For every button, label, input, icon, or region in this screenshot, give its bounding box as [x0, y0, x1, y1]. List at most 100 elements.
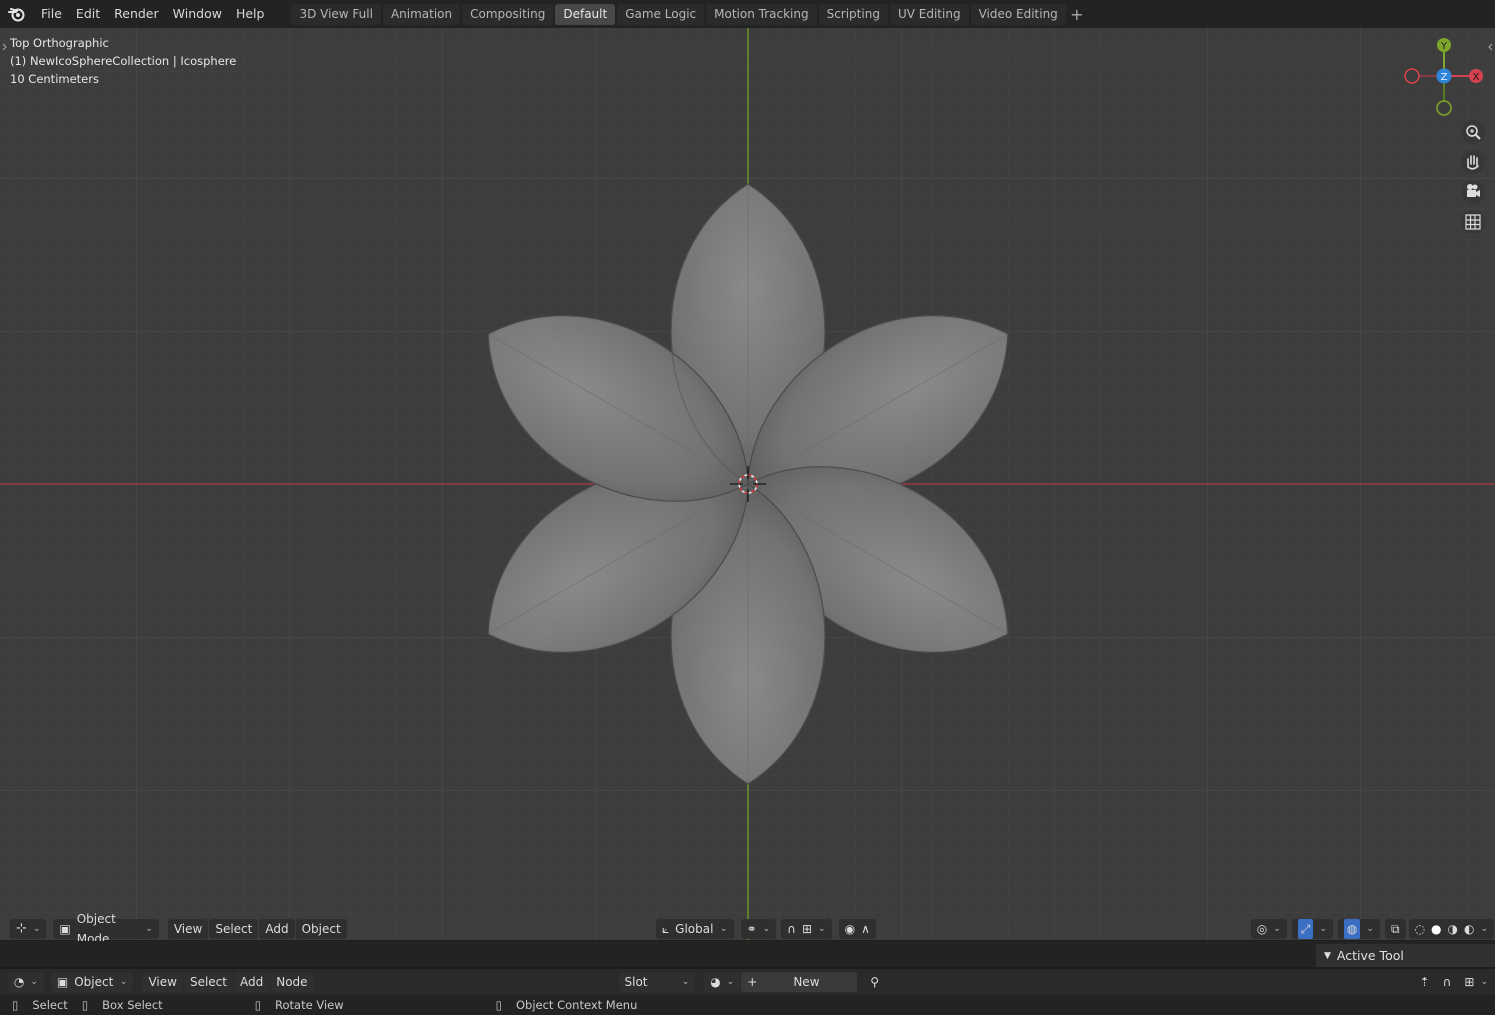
node-add-menu[interactable]: Add	[233, 972, 270, 992]
status-select: Select	[32, 998, 68, 1012]
collapse-triangle-icon[interactable]: ▼	[1324, 951, 1331, 961]
plus-icon: +	[747, 975, 758, 989]
material-shading-icon[interactable]: ◑	[1447, 919, 1457, 939]
snap-toggle[interactable]: ∩ ⊞ ⌄	[781, 919, 832, 939]
menu-window[interactable]: Window	[166, 3, 229, 25]
chevron-down-icon: ⌄	[681, 977, 690, 987]
orientation-icon: ⟀	[661, 922, 670, 936]
view-name: Top Orthographic	[10, 36, 109, 50]
xray-toggle[interactable]: ⧉	[1384, 919, 1406, 939]
gizmo-neg-x[interactable]	[1404, 68, 1420, 84]
middle-mouse-icon: ▯	[81, 998, 89, 1012]
new-material-button[interactable]: + New	[741, 972, 858, 992]
tab-uv-editing[interactable]: UV Editing	[889, 3, 969, 25]
tab-video-editing[interactable]: Video Editing	[970, 3, 1066, 25]
tab-game-logic[interactable]: Game Logic	[617, 3, 705, 25]
svg-text:X: X	[1473, 72, 1480, 83]
gizmo-neg-y[interactable]	[1436, 100, 1452, 116]
chevron-down-icon: ⌄	[145, 924, 153, 934]
right-mouse-icon: ▯	[254, 998, 262, 1012]
status-rotate-view: Rotate View	[275, 998, 344, 1012]
chevron-down-icon: ⌄	[1366, 924, 1374, 934]
object-icon: ▣	[56, 975, 69, 989]
chevron-down-icon: ⌄	[1480, 924, 1488, 934]
3d-viewport[interactable]: X Y Z Top Orthographic (1) NewIcoSphereC…	[0, 28, 1495, 940]
snap-grid-icon: ⊞	[1464, 975, 1475, 989]
tab-animation[interactable]: Animation	[382, 3, 461, 25]
node-menu[interactable]: Node	[270, 972, 314, 992]
overlays-icon: ◍	[1343, 919, 1361, 939]
zoom-icon[interactable]	[1461, 120, 1485, 144]
menu-help[interactable]: Help	[229, 3, 272, 25]
timeline-strip	[0, 941, 1495, 967]
shader-type-dropdown[interactable]: ▣ Object ⌄	[50, 972, 134, 992]
menu-file[interactable]: File	[34, 3, 69, 25]
chevron-down-icon: ⌄	[762, 924, 771, 934]
wireframe-shading-icon[interactable]: ◌	[1415, 919, 1425, 939]
object-info: (1) NewIcoSphereCollection | Icosphere	[10, 54, 237, 68]
add-menu[interactable]: Add	[259, 919, 295, 939]
proportional-icon: ◉	[844, 922, 856, 936]
chevron-down-icon: ⌄	[30, 977, 38, 987]
chevron-down-icon: ⌄	[32, 924, 41, 934]
tab-compositing[interactable]: Compositing	[462, 3, 554, 25]
chevron-down-icon: ⌄	[1480, 977, 1488, 987]
transform-orientation-dropdown[interactable]: ⟀ Global ⌄	[655, 919, 734, 939]
editor-type-button[interactable]: ⊹ ⌄	[9, 919, 47, 939]
parent-node-icon[interactable]: ⇡	[1414, 972, 1436, 992]
viewport-canvas: X Y Z	[0, 28, 1495, 940]
falloff-icon: ∧	[861, 922, 870, 936]
status-box-select: Box Select	[102, 998, 163, 1012]
pivot-point-dropdown[interactable]: ⚭ ⌄	[740, 919, 777, 939]
active-tool-panel[interactable]: ▼ Active Tool	[1316, 944, 1495, 967]
overlays-toggle[interactable]: ◍ ⌄	[1337, 919, 1380, 939]
grid-scale: 10 Centimeters	[10, 72, 99, 86]
menu-edit[interactable]: Edit	[69, 3, 107, 25]
visibility-dropdown[interactable]: ◎ ⌄	[1250, 919, 1287, 939]
eye-icon: ◎	[1256, 922, 1268, 936]
slot-dropdown[interactable]: Slot ⌄	[618, 972, 696, 992]
node-snap-element-dropdown[interactable]: ⊞ ⌄	[1458, 972, 1494, 992]
node-editor-type-button[interactable]: ◔ ⌄	[7, 972, 44, 992]
chevron-down-icon: ⌄	[1319, 924, 1327, 934]
pivot-icon: ⚭	[746, 922, 757, 936]
gizmo-icon: ⤢	[1297, 919, 1314, 939]
menu-render[interactable]: Render	[107, 3, 166, 25]
node-editor-header: ◔ ⌄ ▣ Object ⌄ View Select Add Node Slot …	[0, 969, 1495, 995]
rendered-shading-icon[interactable]: ◐	[1464, 919, 1474, 939]
gizmo-toggle[interactable]: ⤢ ⌄	[1291, 919, 1333, 939]
node-view-menu[interactable]: View	[142, 972, 183, 992]
status-bar: ▯ Select ▯ Box Select ▯ Rotate View ▯ Ob…	[0, 995, 1495, 1015]
camera-view-icon[interactable]	[1461, 180, 1485, 204]
add-workspace-icon[interactable]: +	[1068, 5, 1086, 24]
svg-text:Z: Z	[1441, 72, 1448, 83]
snap-node-icon[interactable]: ∩	[1437, 972, 1458, 992]
axis-editor-icon: ⊹	[15, 921, 27, 936]
object-menu[interactable]: Object	[295, 919, 347, 939]
orthographic-toggle-icon[interactable]	[1461, 210, 1485, 234]
svg-text:Y: Y	[1440, 41, 1448, 52]
blender-logo-icon[interactable]	[0, 0, 34, 28]
pin-icon[interactable]: ⚲	[864, 972, 885, 992]
viewport-header: ⊹ ⌄ ▣ Object Mode ⌄ View Select Add Objec…	[0, 912, 1495, 946]
tab-scripting[interactable]: Scripting	[818, 3, 888, 25]
chevron-down-icon: ⌄	[720, 924, 728, 934]
tab-3d-view-full[interactable]: 3D View Full	[291, 3, 381, 25]
node-editor-icon: ◔	[13, 975, 25, 989]
tab-motion-tracking[interactable]: Motion Tracking	[706, 3, 817, 25]
material-browse-button[interactable]: ◕ ⌄	[704, 972, 741, 992]
chevron-down-icon: ⌄	[726, 977, 735, 987]
proportional-editing-toggle[interactable]: ◉ ∧	[838, 919, 876, 939]
view-menu[interactable]: View	[167, 919, 209, 939]
context-mouse-icon: ▯	[495, 998, 502, 1012]
tab-default[interactable]: Default	[555, 3, 616, 25]
magnet-icon: ∩	[787, 922, 796, 936]
shading-modes[interactable]: ◌ ● ◑ ◐ ⌄	[1408, 919, 1494, 939]
object-mode-dropdown[interactable]: ▣ Object Mode ⌄	[53, 912, 159, 946]
select-menu[interactable]: Select	[209, 919, 259, 939]
node-select-menu[interactable]: Select	[183, 972, 233, 992]
pan-hand-icon[interactable]	[1461, 150, 1485, 174]
left-mouse-icon: ▯	[12, 998, 19, 1012]
material-sphere-icon: ◕	[710, 975, 721, 989]
solid-shading-icon[interactable]: ●	[1431, 919, 1441, 939]
